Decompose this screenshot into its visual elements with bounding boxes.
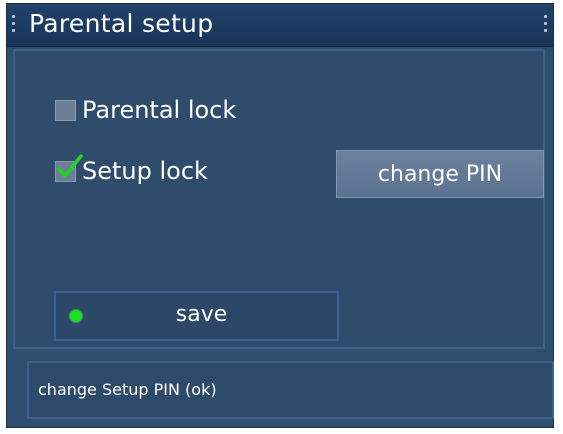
save-button[interactable]: save <box>54 291 339 341</box>
parental-lock-checkbox[interactable] <box>55 99 76 121</box>
setup-lock-label: Setup lock <box>82 157 208 185</box>
grip-right-icon <box>544 15 547 37</box>
checkmark-icon <box>57 153 83 178</box>
parental-lock-label: Parental lock <box>82 96 237 124</box>
change-pin-button[interactable]: change PIN <box>336 150 544 198</box>
save-label: save <box>175 302 228 327</box>
status-bar: change Setup PIN (ok) <box>27 361 554 419</box>
parental-setup-window: Parental setup Parental lock Setup lock … <box>6 3 554 428</box>
status-text: change Setup PIN (ok) <box>38 380 217 399</box>
grip-left-icon <box>12 15 15 37</box>
setup-lock-checkbox[interactable] <box>55 153 83 182</box>
parental-lock-option[interactable]: Parental lock <box>55 96 236 124</box>
setup-lock-option[interactable]: Setup lock <box>55 153 208 185</box>
title-bar: Parental setup <box>7 4 553 47</box>
window-title: Parental setup <box>29 9 214 38</box>
